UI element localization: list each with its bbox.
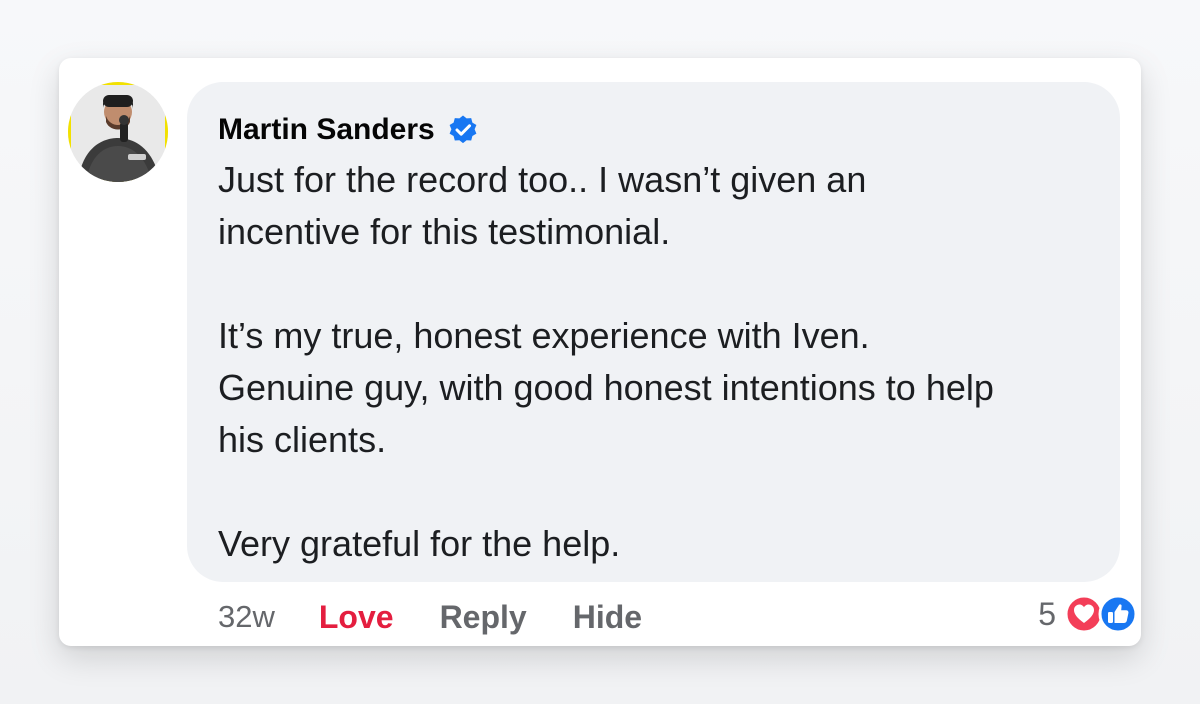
comment-line: It’s my true, honest experience with Ive… [218,315,870,356]
comment-line: Very grateful for the help. [218,523,621,564]
comment-actions: 32w Love Reply Hide [218,596,688,638]
like-reaction-icon [1098,594,1138,634]
comment-line: his clients. [218,419,387,460]
avatar[interactable] [68,82,168,182]
comment-line: Just for the record too.. I wasn’t given… [218,159,867,200]
author-name[interactable]: Martin Sanders [218,113,435,147]
reaction-summary[interactable]: 5 [1038,592,1138,636]
comment-author-row: Martin Sanders [218,108,479,152]
reply-button[interactable]: Reply [440,599,527,636]
comment-line: incentive for this testimonial. [218,211,671,252]
hide-button[interactable]: Hide [573,599,642,636]
verified-badge-icon [447,114,479,146]
love-button[interactable]: Love [319,599,394,636]
comment-line: Genuine guy, with good honest intentions… [218,367,994,408]
screenshot-stage: Martin Sanders Just for the record too..… [0,0,1200,704]
comment-timestamp[interactable]: 32w [218,599,275,635]
comment-text: Just for the record too.. I wasn’t given… [218,154,1108,570]
reaction-count: 5 [1038,595,1056,632]
avatar-image [68,82,168,182]
